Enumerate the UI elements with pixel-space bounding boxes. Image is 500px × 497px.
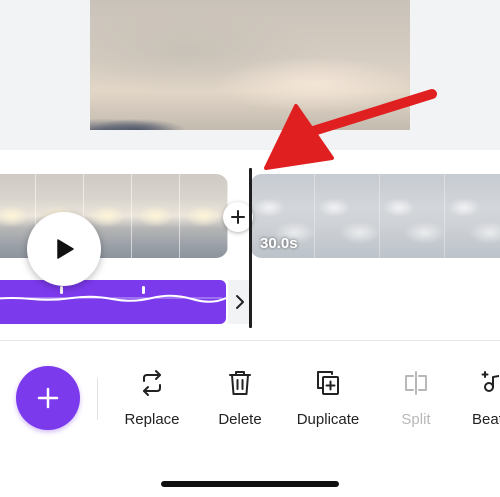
add-button[interactable]: [16, 366, 80, 430]
clip-duration: 30.0s: [260, 235, 298, 252]
duplicate-button[interactable]: Duplicate: [283, 367, 373, 428]
delete-button[interactable]: Delete: [195, 367, 285, 428]
beat-sync-button[interactable]: Beat: [459, 367, 500, 428]
playhead[interactable]: [249, 168, 252, 328]
split-label: Split: [401, 411, 431, 428]
home-indicator: [161, 481, 339, 487]
preview-cloud: [90, 100, 250, 130]
video-clip-sky[interactable]: 30.0s: [250, 174, 500, 258]
timeline[interactable]: 30.0s: [0, 150, 500, 340]
replace-icon: [143, 370, 161, 396]
clip-thumbnail: [380, 174, 445, 258]
delete-label: Delete: [218, 411, 262, 428]
preview-area: [0, 0, 500, 150]
toolbar-separator: [97, 378, 98, 420]
clip-thumbnail: [315, 174, 380, 258]
plus-icon: [231, 210, 245, 224]
split-button[interactable]: Split: [371, 367, 461, 428]
bottom-toolbar: Replace Delete Duplicate Split Beat: [0, 341, 500, 497]
chevron-right-icon: [236, 295, 244, 309]
replace-button[interactable]: Replace: [107, 367, 197, 428]
duplicate-icon: [317, 371, 339, 395]
plus-icon: [37, 387, 59, 409]
beat-sync-label: Beat: [472, 411, 500, 428]
clip-thumbnail: [445, 174, 500, 258]
clip-thumbnail: [180, 174, 228, 258]
duplicate-label: Duplicate: [296, 411, 360, 428]
play-icon: [57, 239, 74, 259]
split-icon: [405, 371, 427, 395]
replace-label: Replace: [124, 411, 180, 428]
video-preview[interactable]: [90, 0, 410, 130]
audio-waveform: [0, 286, 226, 303]
trash-icon: [229, 371, 251, 395]
audio-track[interactable]: [0, 280, 226, 324]
clip-thumbnail: [132, 174, 180, 258]
play-button[interactable]: [27, 212, 101, 286]
beat-sync-icon: [481, 371, 499, 392]
